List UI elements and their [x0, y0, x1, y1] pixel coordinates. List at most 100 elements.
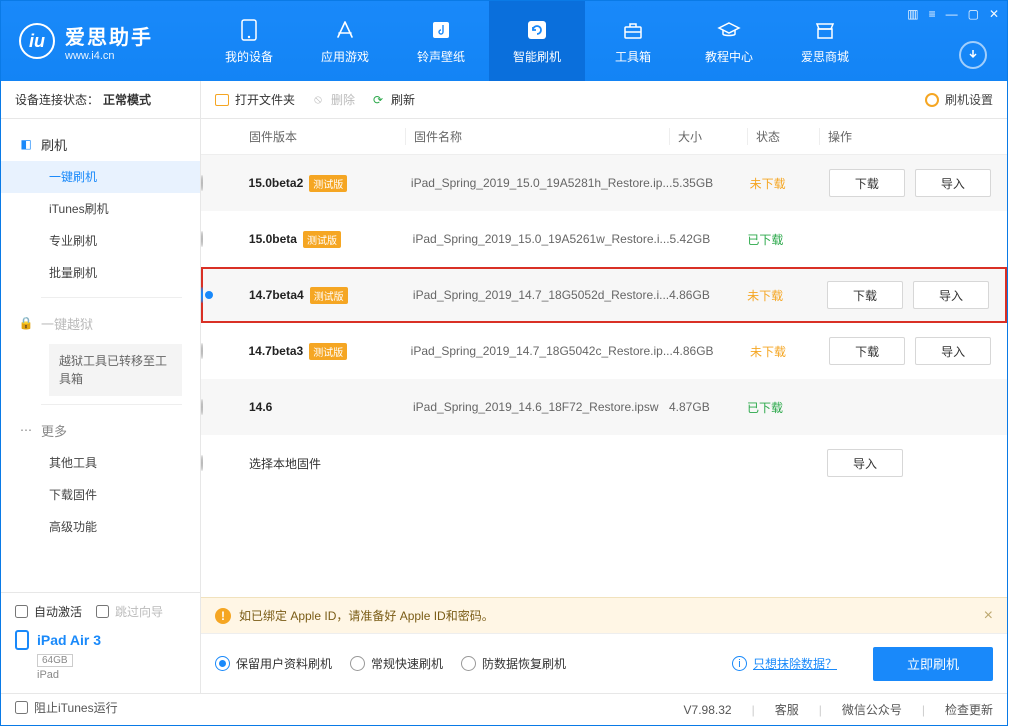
ipad-icon — [15, 630, 29, 650]
table-row[interactable]: 14.7beta4测试版iPad_Spring_2019_14.7_18G505… — [201, 267, 1007, 323]
flash-icon: ◧ — [19, 137, 33, 151]
flash-now-button[interactable]: 立即刷机 — [873, 647, 993, 681]
auto-activate-checkbox[interactable]: 自动激活 — [15, 603, 82, 620]
beta-badge: 测试版 — [309, 175, 347, 192]
opt-keep-data[interactable]: 保留用户资料刷机 — [215, 655, 332, 672]
table-row[interactable]: 15.0beta2测试版iPad_Spring_2019_15.0_19A528… — [201, 155, 1007, 211]
sidebar-group-more[interactable]: ⋯ 更多 — [1, 413, 200, 447]
maximize-icon[interactable]: ▢ — [968, 7, 979, 21]
firmware-status: 未下载 — [750, 345, 786, 359]
gear-icon — [925, 93, 939, 107]
opt-fast[interactable]: 常规快速刷机 — [350, 655, 443, 672]
customer-service-link[interactable]: 客服 — [775, 701, 799, 718]
shirt-icon[interactable]: ▥ — [907, 7, 918, 21]
firmware-name: iPad_Spring_2019_14.6_18F72_Restore.ipsw — [413, 400, 669, 414]
sidebar-group-jailbreak[interactable]: 🔒 一键越狱 — [1, 306, 200, 340]
nav-apps[interactable]: 应用游戏 — [297, 1, 393, 81]
block-itunes-checkbox[interactable]: 阻止iTunes运行 — [15, 699, 118, 716]
nav-store[interactable]: 爱思商城 — [777, 1, 873, 81]
nav-ringtone[interactable]: 铃声壁纸 — [393, 1, 489, 81]
device-type: iPad — [37, 669, 186, 681]
store-icon — [813, 18, 837, 42]
firmware-status: 已下载 — [747, 233, 783, 247]
menu-icon[interactable]: ≡ — [929, 7, 936, 21]
opt-antidata[interactable]: 防数据恢复刷机 — [461, 655, 566, 672]
firmware-status: 未下载 — [747, 289, 783, 303]
table-header: 固件版本 固件名称 大小 状态 操作 — [201, 119, 1007, 155]
minimize-icon[interactable]: — — [946, 7, 958, 21]
firmware-size: 5.42GB — [670, 232, 711, 246]
row-op-button[interactable]: 导入 — [915, 169, 991, 197]
firmware-version: 14.7beta4 — [249, 288, 304, 302]
row-op-button[interactable]: 导入 — [827, 449, 903, 477]
table-row[interactable]: 14.7beta3 测试版 iPad_Spring_2019_14.7_18G504… — [201, 323, 1007, 379]
beta-badge: 测试版 — [309, 343, 347, 360]
firmware-status: 未下载 — [750, 177, 786, 191]
firmware-size: 4.87GB — [669, 400, 710, 414]
top-nav: iu 爱思助手 www.i4.cn 我的设备 应用游戏 铃声壁纸 智能刷机 — [1, 1, 1007, 81]
refresh-small-icon: ⟳ — [371, 93, 385, 107]
erase-only-link[interactable]: 只想抹除数据？ — [753, 655, 837, 672]
lock-icon: 🔒 — [19, 316, 33, 330]
row-op-button[interactable]: 下载 — [829, 169, 905, 197]
row-op-button[interactable]: 下载 — [827, 281, 903, 309]
info-icon: i — [732, 656, 747, 671]
sidebar-item-other[interactable]: 其他工具 — [1, 447, 200, 479]
table-row-local[interactable]: 选择本地固件导入 — [201, 435, 1007, 491]
row-op-button[interactable]: 导入 — [913, 281, 989, 309]
nav-device[interactable]: 我的设备 — [201, 1, 297, 81]
brand-logo-icon: iu — [19, 23, 55, 59]
row-radio[interactable] — [201, 455, 203, 471]
row-radio[interactable] — [201, 343, 203, 359]
sidebar-group-flash[interactable]: ◧ 刷机 — [1, 127, 200, 161]
nav-tools[interactable]: 工具箱 — [585, 1, 681, 81]
row-radio[interactable] — [201, 287, 203, 303]
refresh-button[interactable]: ⟳ 刷新 — [371, 91, 415, 108]
version-label: V7.98.32 — [684, 703, 732, 717]
delete-icon: ⦸ — [311, 93, 325, 107]
connection-status: 设备连接状态：正常模式 — [1, 81, 200, 119]
main: 打开文件夹 ⦸ 删除 ⟳ 刷新 刷机设置 — [201, 81, 1007, 693]
table-row[interactable]: 14.6iPad_Spring_2019_14.6_18F72_Restore.… — [201, 379, 1007, 435]
close-icon[interactable]: ✕ — [989, 7, 999, 21]
row-radio[interactable] — [201, 399, 203, 415]
firmware-name: iPad_Spring_2019_15.0_19A5261w_Restore.i… — [413, 232, 670, 246]
sidebar-item-oneclick[interactable]: 一键刷机 — [1, 161, 200, 193]
row-op-button[interactable]: 下载 — [829, 337, 905, 365]
open-folder-button[interactable]: 打开文件夹 — [215, 91, 295, 108]
skip-guide-checkbox[interactable]: 跳过向导 — [96, 603, 163, 620]
wechat-link[interactable]: 微信公众号 — [842, 701, 902, 718]
table-row[interactable]: 15.0beta测试版iPad_Spring_2019_15.0_19A5261… — [201, 211, 1007, 267]
firmware-name: iPad_Spring_2019_14.7_18G5042c_Restore.i… — [411, 344, 673, 358]
flash-settings-button[interactable]: 刷机设置 — [925, 91, 993, 108]
cap-icon — [717, 18, 741, 42]
sidebar-item-itunes[interactable]: iTunes刷机 — [1, 193, 200, 225]
firmware-version: 15.0beta — [249, 232, 297, 246]
toolbox-icon — [621, 18, 645, 42]
music-icon — [429, 18, 453, 42]
sidebar-item-download[interactable]: 下载固件 — [1, 479, 200, 511]
check-update-link[interactable]: 检查更新 — [945, 701, 993, 718]
firmware-version: 14.7beta3 — [248, 344, 303, 358]
brand-title: 爱思助手 — [65, 21, 153, 50]
row-radio[interactable] — [201, 175, 203, 191]
notice-close-icon[interactable]: × — [984, 607, 993, 625]
more-icon: ⋯ — [19, 423, 33, 437]
sidebar-item-advanced[interactable]: 高级功能 — [1, 511, 200, 543]
firmware-version: 15.0beta2 — [249, 176, 304, 190]
row-radio[interactable] — [201, 231, 203, 247]
nav-tutorial[interactable]: 教程中心 — [681, 1, 777, 81]
row-op-button[interactable]: 导入 — [915, 337, 991, 365]
firmware-size: 4.86GB — [669, 288, 710, 302]
window-controls: ▥ ≡ — ▢ ✕ — [907, 7, 999, 21]
brand-sub: www.i4.cn — [65, 50, 153, 62]
sidebar-item-pro[interactable]: 专业刷机 — [1, 225, 200, 257]
download-ring-icon[interactable] — [959, 41, 987, 69]
firmware-status: 已下载 — [747, 401, 783, 415]
sidebar-item-batch[interactable]: 批量刷机 — [1, 257, 200, 289]
nav-flash[interactable]: 智能刷机 — [489, 1, 585, 81]
brand: iu 爱思助手 www.i4.cn — [1, 21, 201, 62]
delete-button[interactable]: ⦸ 删除 — [311, 91, 355, 108]
beta-badge: 测试版 — [310, 287, 348, 304]
device-row[interactable]: iPad Air 3 — [15, 630, 186, 650]
